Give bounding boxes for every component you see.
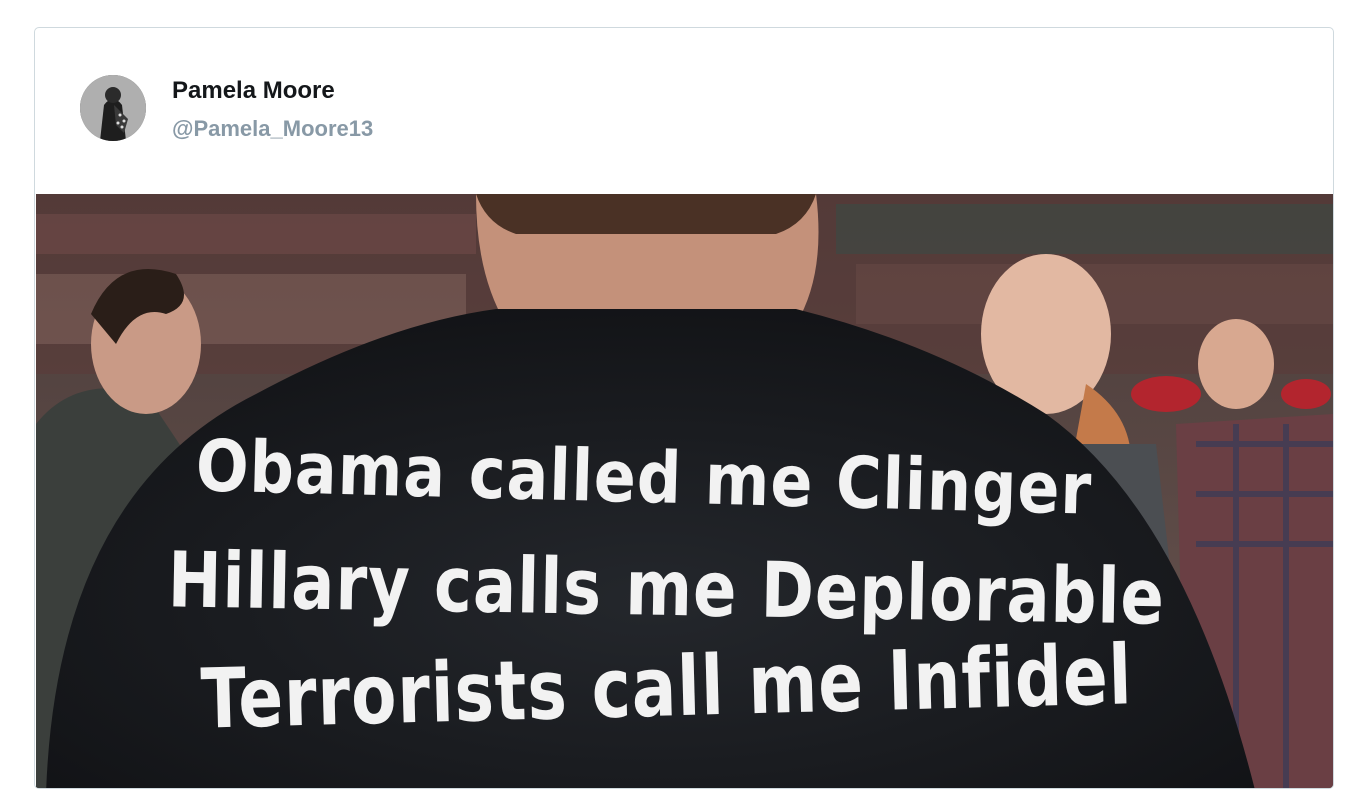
author-avatar[interactable]	[80, 75, 146, 141]
avatar-image	[80, 75, 146, 141]
tweet-header: Pamela Moore @Pamela_Moore13	[35, 28, 1333, 194]
tweet-card[interactable]: Pamela Moore @Pamela_Moore13 Obama calle…	[34, 27, 1334, 789]
tweet-photo[interactable]: Obama called me Clinger Hillary calls me…	[36, 194, 1333, 788]
author-display-name[interactable]: Pamela Moore	[172, 77, 335, 105]
photo-scene	[36, 194, 1333, 788]
author-handle[interactable]: @Pamela_Moore13	[172, 116, 373, 142]
